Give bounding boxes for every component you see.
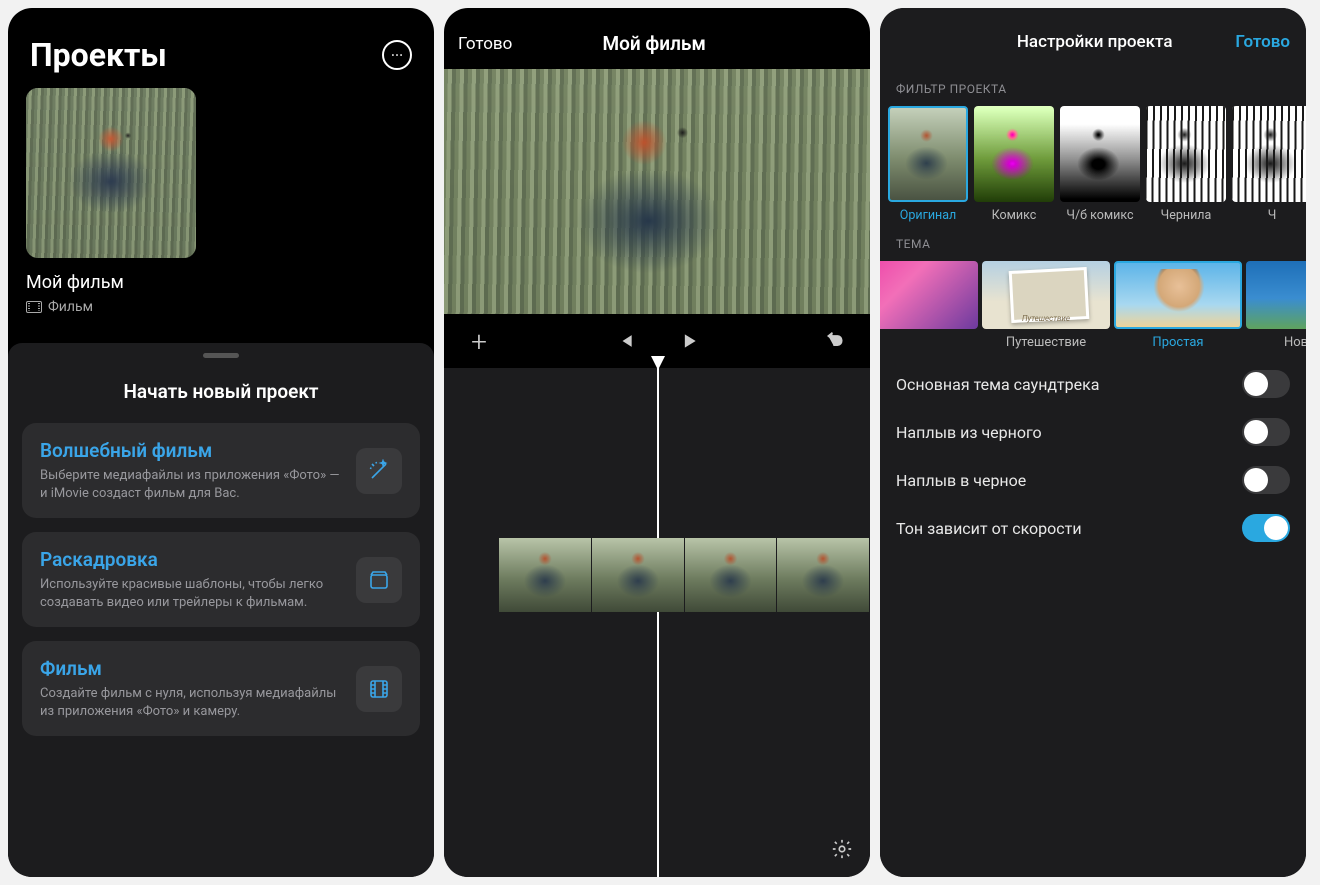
- more-button[interactable]: [382, 40, 412, 70]
- editor-header: Готово Мой фильм: [444, 8, 870, 69]
- clip-frame[interactable]: [592, 538, 685, 612]
- toggle-label: Тон зависит от скорости: [896, 519, 1082, 538]
- filter-thumbnail: [888, 106, 968, 202]
- theme-label: Путешествие: [982, 335, 1110, 350]
- editor-panel: Готово Мой фильм +: [444, 8, 870, 877]
- projects-title: Проекты: [30, 36, 167, 74]
- filter-item[interactable]: Оригинал: [888, 106, 968, 223]
- filter-label: Чернила: [1146, 208, 1226, 223]
- filter-row[interactable]: Оригинал Комикс Ч/б комикс Чернила Ч: [880, 106, 1306, 223]
- option-desc: Создайте фильм с нуля, используя медиафа…: [40, 685, 342, 720]
- skip-back-button[interactable]: [610, 326, 640, 356]
- theme-caption: Путешествие: [1022, 314, 1070, 323]
- sheet-title: Начать новый проект: [8, 368, 434, 423]
- clip-frame[interactable]: [685, 538, 778, 612]
- filter-item[interactable]: Ч: [1232, 106, 1306, 223]
- settings-panel: Настройки проекта Готово ФИЛЬТР ПРОЕКТА …: [880, 8, 1306, 877]
- theme-item[interactable]: Путешествие Путешествие: [982, 261, 1110, 350]
- option-storyboard[interactable]: Раскадровка Используйте красивые шаблоны…: [22, 532, 420, 627]
- clip-frame[interactable]: [777, 538, 870, 612]
- playhead[interactable]: [657, 368, 659, 877]
- toggle-label: Основная тема саундтрека: [896, 375, 1099, 394]
- theme-section-header: ТЕМА: [880, 223, 1306, 261]
- theme-thumbnail: Путешествие: [982, 261, 1110, 329]
- settings-button[interactable]: [828, 835, 856, 863]
- sheet-handle[interactable]: [203, 353, 239, 358]
- undo-button[interactable]: [820, 326, 850, 356]
- storyboard-icon: [356, 557, 402, 603]
- option-title: Раскадровка: [40, 548, 342, 571]
- play-icon: [679, 331, 699, 351]
- projects-header: Проекты: [8, 8, 434, 88]
- theme-label: Простая: [1114, 335, 1242, 350]
- toggle-switch[interactable]: [1242, 514, 1290, 542]
- project-thumbnail: [26, 88, 196, 258]
- add-media-button[interactable]: +: [464, 326, 494, 356]
- toggle-label: Наплыв из черного: [896, 423, 1042, 442]
- option-title: Фильм: [40, 657, 342, 680]
- settings-title: Настройки проекта: [1017, 32, 1173, 52]
- settings-done-button[interactable]: Готово: [1235, 32, 1290, 52]
- filter-label: Оригинал: [888, 208, 968, 223]
- filter-label: Ч/б комикс: [1060, 208, 1140, 223]
- new-project-sheet: Начать новый проект Волшебный фильм Выбе…: [8, 343, 434, 877]
- filter-item[interactable]: Чернила: [1146, 106, 1226, 223]
- toggle-list: Основная тема саундтрека Наплыв из черног…: [880, 350, 1306, 552]
- filter-label: Ч: [1232, 208, 1306, 223]
- clip-frame[interactable]: [499, 538, 592, 612]
- option-desc: Выберите медиафайлы из приложения «Фото»…: [40, 467, 342, 502]
- ellipsis-icon: [390, 48, 404, 62]
- filter-thumbnail: [1146, 106, 1226, 202]
- option-list: Волшебный фильм Выберите медиафайлы из п…: [8, 423, 434, 736]
- project-card[interactable]: Мой фильм Фильм: [8, 88, 434, 315]
- theme-item[interactable]: Простая: [1114, 261, 1242, 350]
- toggle-switch[interactable]: [1242, 370, 1290, 398]
- project-type-label: Фильм: [48, 299, 93, 315]
- theme-item[interactable]: Новости: [1246, 261, 1306, 350]
- wand-icon: [356, 448, 402, 494]
- filter-section-header: ФИЛЬТР ПРОЕКТА: [880, 68, 1306, 106]
- timeline[interactable]: [444, 368, 870, 877]
- project-name: Мой фильм: [26, 272, 416, 293]
- filter-thumbnail: [974, 106, 1054, 202]
- toggle-switch[interactable]: [1242, 466, 1290, 494]
- filter-thumbnail: [1232, 106, 1306, 202]
- projects-panel: Проекты Мой фильм Фильм Начать новый про…: [8, 8, 434, 877]
- option-magic-movie[interactable]: Волшебный фильм Выберите медиафайлы из п…: [22, 423, 420, 518]
- filter-item[interactable]: Ч/б комикс: [1060, 106, 1140, 223]
- editor-title: Мой фильм: [603, 32, 706, 55]
- clip-strip[interactable]: [499, 538, 870, 612]
- toggle-switch[interactable]: [1242, 418, 1290, 446]
- film-strip-icon: [356, 666, 402, 712]
- play-button[interactable]: [674, 326, 704, 356]
- gear-icon: [831, 838, 853, 860]
- video-preview[interactable]: [444, 69, 870, 314]
- toggle-label: Наплыв в черное: [896, 471, 1026, 490]
- undo-icon: [825, 331, 845, 351]
- toggle-row: Наплыв из черного: [896, 408, 1290, 456]
- theme-thumbnail: [1114, 261, 1242, 329]
- option-title: Волшебный фильм: [40, 439, 342, 462]
- filter-thumbnail: [1060, 106, 1140, 202]
- theme-item[interactable]: [880, 261, 978, 350]
- done-button[interactable]: Готово: [458, 34, 512, 54]
- filter-label: Комикс: [974, 208, 1054, 223]
- settings-body: ФИЛЬТР ПРОЕКТА Оригинал Комикс Ч/б комикс Ч…: [880, 68, 1306, 877]
- theme-thumbnail: [1246, 261, 1306, 329]
- theme-thumbnail: [880, 261, 978, 329]
- option-movie[interactable]: Фильм Создайте фильм с нуля, используя м…: [22, 641, 420, 736]
- toggle-row: Наплыв в черное: [896, 456, 1290, 504]
- toggle-row: Основная тема саундтрека: [896, 360, 1290, 408]
- theme-label: Новости: [1246, 335, 1306, 350]
- filter-item[interactable]: Комикс: [974, 106, 1054, 223]
- project-type: Фильм: [26, 299, 416, 315]
- skip-back-icon: [615, 331, 635, 351]
- theme-row[interactable]: Путешествие Путешествие Простая Новости: [880, 261, 1306, 350]
- settings-header: Настройки проекта Готово: [880, 8, 1306, 68]
- toggle-row: Тон зависит от скорости: [896, 504, 1290, 552]
- option-desc: Используйте красивые шаблоны, чтобы легк…: [40, 576, 342, 611]
- film-icon: [26, 301, 42, 313]
